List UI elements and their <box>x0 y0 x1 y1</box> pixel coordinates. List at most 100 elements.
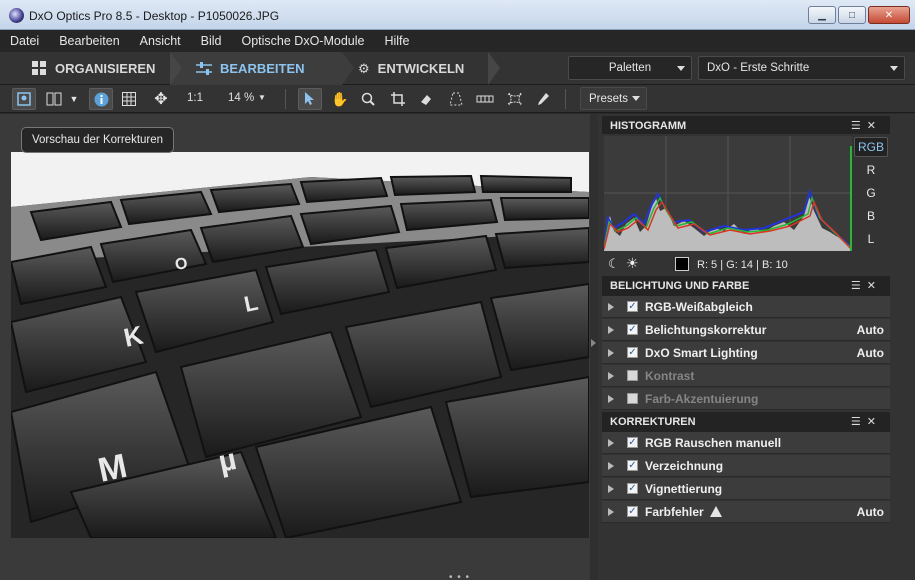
palette-row-color-accent[interactable]: Farb-Akzentuierung <box>602 388 890 410</box>
perspective-tool-button[interactable] <box>444 88 468 110</box>
palette-row-contrast[interactable]: Kontrast <box>602 365 890 387</box>
channel-l-button[interactable]: L <box>854 229 888 249</box>
palette-row-chromatic-aberration[interactable]: ✓ Farbfehler Auto <box>602 501 890 523</box>
enable-checkbox[interactable]: ✓ <box>627 301 638 312</box>
row-label: Vignettierung <box>645 482 723 496</box>
expand-triangle-icon[interactable] <box>608 349 614 357</box>
tab-bearbeiten[interactable]: BEARBEITEN <box>196 54 305 83</box>
grid-overlay-button[interactable] <box>117 88 141 110</box>
expand-triangle-icon[interactable] <box>608 372 614 380</box>
menu-optische-module[interactable]: Optische DxO-Module <box>242 34 365 48</box>
panel-splitter[interactable] <box>590 114 598 580</box>
enable-checkbox[interactable]: ✓ <box>627 506 638 517</box>
channel-rgb-button[interactable]: RGB <box>854 137 888 157</box>
expand-triangle-icon[interactable] <box>608 508 614 516</box>
palette-row-smart-lighting[interactable]: ✓ DxO Smart Lighting Auto <box>602 342 890 364</box>
enable-checkbox[interactable]: ✓ <box>627 460 638 471</box>
chevron-down-icon <box>677 66 685 71</box>
palette-menu-icon[interactable]: ☰✕ <box>851 415 882 428</box>
histogram-panel: RGB R G B L ☾ ☀ R: 5 | G: 14 | B: 10 <box>602 134 890 275</box>
zoom-level-dropdown[interactable]: 14 % <box>228 92 254 104</box>
enable-checkbox[interactable]: ✓ <box>627 347 638 358</box>
exposure-panel-title: BELICHTUNG UND FARBE <box>610 280 750 292</box>
palette-row-white-balance[interactable]: ✓ RGB-Weißabgleich <box>602 296 890 318</box>
channel-g-button[interactable]: G <box>854 183 888 203</box>
horizon-tool-button[interactable] <box>473 88 497 110</box>
row-label: Farb-Akzentuierung <box>645 392 759 406</box>
white-balance-picker-button[interactable] <box>531 88 555 110</box>
menu-bearbeiten[interactable]: Bearbeiten <box>59 34 119 48</box>
expand-triangle-icon[interactable] <box>608 395 614 403</box>
row-label: RGB Rauschen manuell <box>645 436 782 450</box>
zoom-1-1-button[interactable]: 1:1 <box>187 92 203 104</box>
tab-bearbeiten-label: BEARBEITEN <box>220 61 305 76</box>
presets-dropdown[interactable]: Presets <box>580 87 647 110</box>
enable-checkbox[interactable] <box>627 370 638 381</box>
enable-checkbox[interactable]: ✓ <box>627 483 638 494</box>
highlight-clipping-sun-icon[interactable]: ☀ <box>626 255 639 272</box>
distortion-grid-icon <box>507 92 523 106</box>
expand-triangle-icon[interactable] <box>608 462 614 470</box>
menu-datei[interactable]: Datei <box>10 34 39 48</box>
tab-organisieren[interactable]: ORGANISIEREN <box>32 54 155 83</box>
toolbar-divider <box>285 89 286 109</box>
hand-tool-button[interactable]: ✋ <box>328 88 352 110</box>
fit-to-screen-button[interactable]: ✥ <box>149 88 173 110</box>
channel-b-button[interactable]: B <box>854 206 888 226</box>
workspace-dropdown-label: DxO - Erste Schritte <box>707 62 810 74</box>
info-icon <box>94 92 108 106</box>
palette-menu-icon[interactable]: ☰✕ <box>851 119 882 132</box>
enable-checkbox[interactable]: ✓ <box>627 324 638 335</box>
workspace-dropdown[interactable]: DxO - Erste Schritte <box>698 56 905 80</box>
color-swatch <box>675 257 689 271</box>
chevron-down-icon <box>632 96 640 101</box>
row-value: Auto <box>856 505 884 519</box>
crop-icon <box>391 92 405 106</box>
panel-resize-grip[interactable]: • • • <box>449 572 470 580</box>
shadow-clipping-moon-icon[interactable]: ☾ <box>608 256 620 272</box>
tab-entwickeln[interactable]: ⚙ ENTWICKELN <box>358 54 464 83</box>
info-button[interactable] <box>89 88 113 110</box>
select-tool-button[interactable] <box>298 88 322 110</box>
compare-images-icon <box>46 92 62 106</box>
tab-entwickeln-label: ENTWICKELN <box>377 61 465 76</box>
palette-row-exposure[interactable]: ✓ Belichtungskorrektur Auto <box>602 319 890 341</box>
histogram-header: HISTOGRAMM ☰✕ <box>602 116 890 136</box>
expand-triangle-icon[interactable] <box>608 439 614 447</box>
toolbar-divider <box>565 89 566 109</box>
sliders-icon <box>196 61 212 75</box>
row-label: DxO Smart Lighting <box>645 346 758 360</box>
single-view-button[interactable] <box>12 88 36 110</box>
tab-separator <box>170 52 182 85</box>
compare-view-button[interactable] <box>42 88 66 110</box>
photo-preview[interactable]: K L M µ O <box>11 152 589 538</box>
channel-r-button[interactable]: R <box>854 160 888 180</box>
menu-hilfe[interactable]: Hilfe <box>384 34 409 48</box>
chevron-down-icon: ▼ <box>258 93 266 102</box>
palette-row-distortion[interactable]: ✓ Verzeichnung <box>602 455 890 477</box>
collapse-arrow-icon[interactable] <box>591 339 596 347</box>
perspective-icon <box>449 92 463 106</box>
menu-bild[interactable]: Bild <box>201 34 222 48</box>
eraser-tool-button[interactable] <box>414 88 438 110</box>
menu-ansicht[interactable]: Ansicht <box>140 34 181 48</box>
close-button[interactable]: ✕ <box>868 6 910 24</box>
zoom-tool-button[interactable] <box>356 88 380 110</box>
crop-tool-button[interactable] <box>386 88 410 110</box>
maximize-button[interactable]: □ <box>838 6 866 24</box>
volume-anamorphosis-button[interactable] <box>503 88 527 110</box>
palettes-dropdown[interactable]: Paletten <box>568 56 692 80</box>
palette-row-vignetting[interactable]: ✓ Vignettierung <box>602 478 890 500</box>
enable-checkbox[interactable]: ✓ <box>627 437 638 448</box>
compare-mode-dropdown[interactable]: ▼ <box>66 88 82 110</box>
palette-row-noise[interactable]: ✓ RGB Rauschen manuell <box>602 432 890 454</box>
expand-triangle-icon[interactable] <box>608 485 614 493</box>
expand-triangle-icon[interactable] <box>608 303 614 311</box>
window-title: DxO Optics Pro 8.5 - Desktop - P1050026.… <box>29 9 280 23</box>
minimize-button[interactable]: ▁ <box>808 6 836 24</box>
app-logo-icon <box>9 8 24 23</box>
enable-checkbox[interactable] <box>627 393 638 404</box>
expand-triangle-icon[interactable] <box>608 326 614 334</box>
palettes-dropdown-label: Paletten <box>608 62 652 74</box>
palette-menu-icon[interactable]: ☰✕ <box>851 279 882 292</box>
